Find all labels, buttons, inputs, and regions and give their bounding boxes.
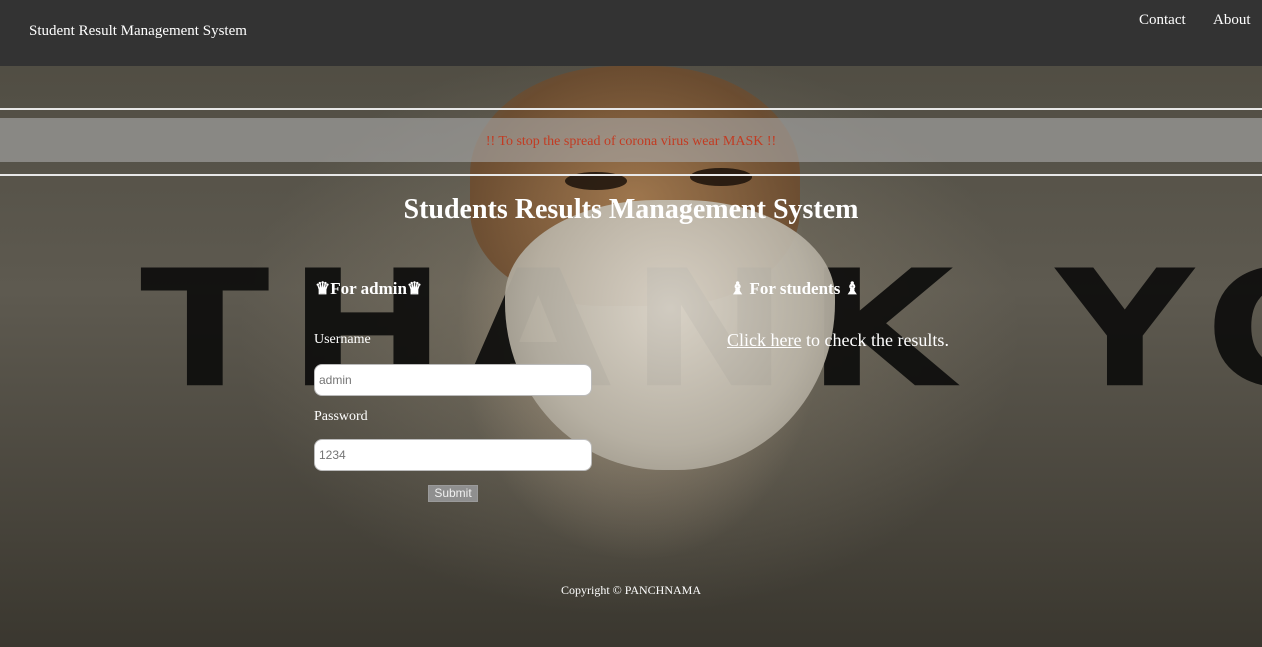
username-label: Username xyxy=(314,332,371,347)
mask-notice-banner: !! To stop the spread of corona virus we… xyxy=(0,108,1262,176)
student-results-line: Click here to check the results. xyxy=(727,330,949,351)
password-label: Password xyxy=(314,409,368,424)
nav-contact-link[interactable]: Contact xyxy=(1139,12,1186,29)
top-navbar: Student Result Management System Contact… xyxy=(0,0,1262,66)
student-results-text: to check the results. xyxy=(801,330,949,350)
footer-copyright: Copyright © PANCHNAMA xyxy=(560,583,702,597)
site-brand[interactable]: Student Result Management System xyxy=(29,23,247,40)
submit-button[interactable]: Submit xyxy=(428,485,478,502)
page-title: Students Results Management System xyxy=(403,194,859,225)
username-input[interactable] xyxy=(314,364,592,396)
admin-section-heading: ♛For admin♛ xyxy=(315,279,423,298)
banner-text: !! To stop the spread of corona virus we… xyxy=(485,134,777,149)
password-input[interactable] xyxy=(314,439,592,471)
nav-about-link[interactable]: About xyxy=(1213,12,1251,29)
page: THANK YOU Student Result Management Syst… xyxy=(0,0,1262,647)
check-results-link[interactable]: Click here xyxy=(727,330,801,350)
students-section-heading: ♝ For students ♝ xyxy=(730,279,860,298)
